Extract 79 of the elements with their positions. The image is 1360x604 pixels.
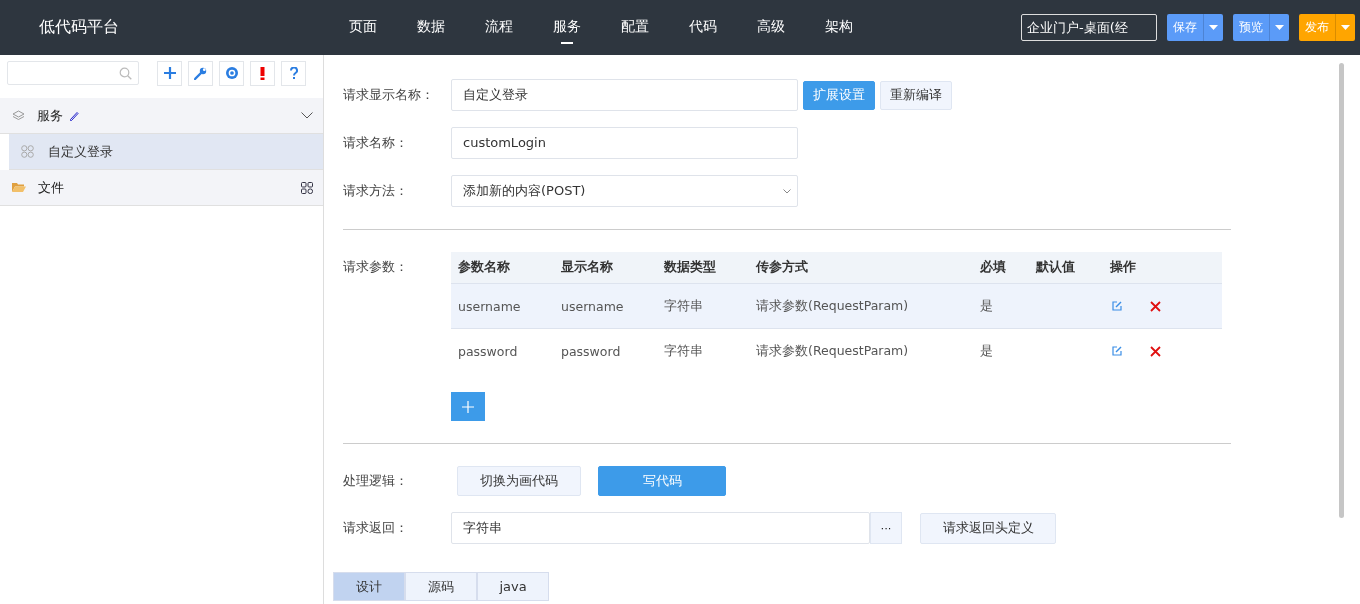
response-header-button[interactable]: 请求返回头定义	[920, 512, 1056, 544]
column-header: 数据类型	[663, 259, 717, 276]
table-cell: 请求参数(RequestParam)	[756, 342, 909, 358]
edit-icon[interactable]	[1112, 301, 1122, 311]
search-icon	[119, 66, 132, 80]
column-header: 必填	[979, 259, 1007, 276]
chevron-down-icon	[783, 188, 791, 194]
wrench-icon	[194, 66, 207, 80]
table-cell: password	[458, 343, 518, 359]
wrench-button[interactable]	[188, 60, 213, 86]
delete-icon[interactable]	[1150, 345, 1161, 357]
question-icon	[289, 67, 298, 79]
table-cell: 字符串	[664, 297, 703, 313]
exclamation-icon	[260, 66, 265, 80]
folder-icon	[12, 182, 26, 193]
pencil-icon	[69, 110, 79, 121]
add-button[interactable]	[157, 60, 182, 86]
bottom-tab[interactable]: 源码	[405, 572, 477, 601]
app-title: 低代码平台	[39, 17, 120, 38]
recompile-button[interactable]: 重新编译	[880, 80, 952, 110]
group-label: 文件	[38, 178, 64, 197]
tree-item[interactable]: 自定义登录	[9, 134, 323, 170]
table-cell: 请求参数(RequestParam)	[756, 297, 909, 313]
table-cell: username	[561, 298, 624, 314]
nav-tab[interactable]: 流程	[465, 0, 533, 55]
nav-tab[interactable]: 代码	[669, 0, 737, 55]
field-label: 请求参数：	[343, 258, 409, 276]
table-cell: username	[458, 298, 521, 314]
column-header: 显示名称	[560, 259, 614, 276]
field-label: 请求名称：	[343, 134, 409, 152]
tree-group[interactable]: 文件	[0, 170, 323, 206]
more-button[interactable]: ···	[870, 512, 902, 544]
delete-icon[interactable]	[1150, 300, 1161, 312]
column-header: 操作	[1109, 259, 1137, 276]
caret-icon	[1209, 25, 1218, 30]
nav-tab[interactable]: 页面	[329, 0, 397, 55]
help-button[interactable]	[281, 60, 306, 86]
field-label: 请求方法：	[343, 182, 409, 200]
plus-icon	[163, 67, 176, 79]
group-label: 服务	[37, 106, 63, 125]
nav-tab[interactable]: 架构	[805, 0, 873, 55]
grid-icon	[301, 181, 313, 194]
chevron-down-icon	[301, 112, 313, 119]
column-header: 参数名称	[457, 259, 511, 276]
field-label: 处理逻辑：	[343, 472, 409, 490]
plus-icon	[462, 400, 474, 413]
column-header: 默认值	[1034, 259, 1076, 276]
display-name-field[interactable]: 自定义登录	[451, 79, 798, 111]
project-select[interactable]: 企业门户-桌面(经	[1021, 14, 1157, 41]
circle-icon	[225, 67, 238, 79]
layers-icon	[12, 109, 25, 122]
search-field[interactable]	[7, 61, 139, 85]
table-cell: 是	[980, 297, 993, 313]
warning-button[interactable]	[250, 60, 275, 86]
logic-option[interactable]: 切换为画代码	[457, 466, 581, 496]
return-type-field[interactable]: 字符串	[451, 512, 870, 544]
method-select[interactable]: 添加新的内容(POST)	[451, 175, 798, 207]
nav-tab[interactable]: 高级	[737, 0, 805, 55]
table-row[interactable]: username username 字符串 请求参数(RequestParam) 是	[451, 283, 1222, 328]
caret-icon	[1341, 25, 1350, 30]
grid-icon	[21, 145, 34, 158]
edit-icon[interactable]	[1112, 346, 1122, 356]
caret-icon	[1275, 25, 1284, 30]
column-header: 传参方式	[754, 259, 809, 276]
refresh-button[interactable]	[219, 60, 244, 86]
tree-group[interactable]: 服务	[0, 98, 323, 134]
table-cell: 字符串	[664, 342, 703, 358]
scrollbar[interactable]	[1339, 63, 1344, 518]
request-name-field[interactable]: customLogin	[451, 127, 798, 159]
nav-tab[interactable]: 数据	[397, 0, 465, 55]
field-label: 请求返回：	[343, 519, 409, 537]
table-cell: 是	[980, 342, 993, 358]
bottom-tab[interactable]: java	[477, 572, 549, 601]
bottom-tab[interactable]: 设计	[333, 572, 405, 601]
field-label: 请求显示名称：	[343, 86, 435, 104]
add-param-button[interactable]	[451, 392, 485, 421]
table-row[interactable]: password password 字符串 请求参数(RequestParam) 是	[451, 328, 1222, 373]
nav-tab[interactable]: 配置	[601, 0, 669, 55]
table-cell: password	[561, 343, 621, 359]
